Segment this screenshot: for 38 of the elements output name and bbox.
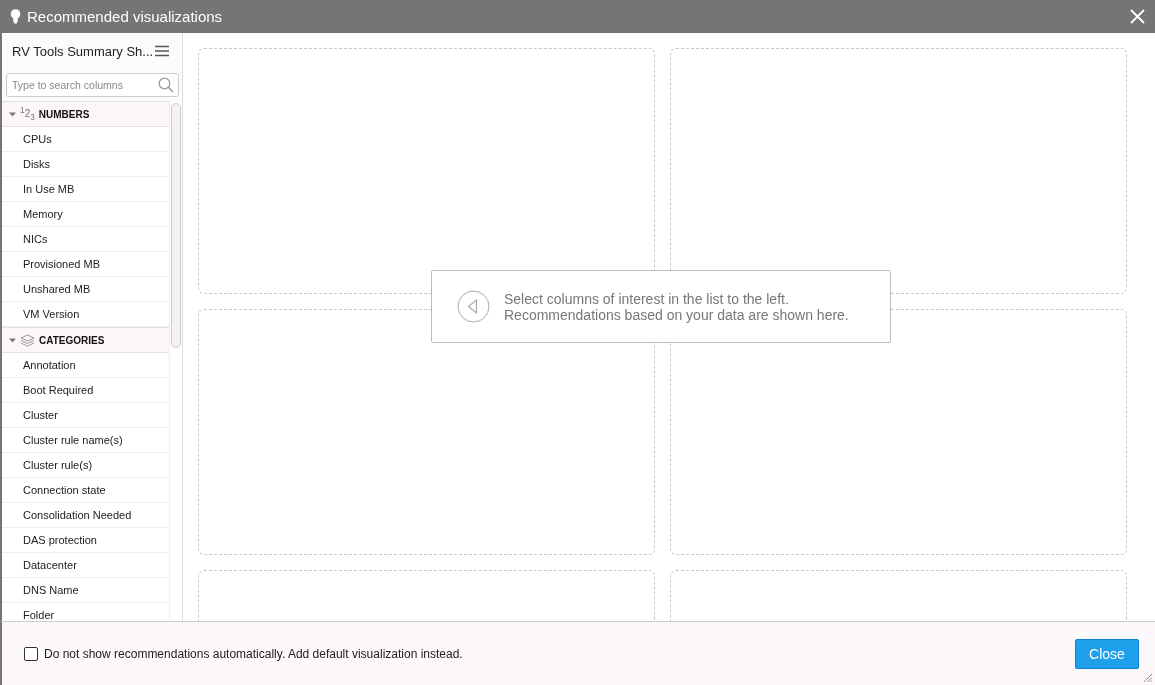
caret-down-icon	[9, 110, 16, 118]
column-item[interactable]: DAS protection	[2, 528, 169, 553]
data-source-name: RV Tools Summary Sh...	[12, 43, 154, 59]
checkbox-label: Do not show recommendations automatically. Add default visualization instead.	[44, 646, 463, 661]
caret-down-icon	[9, 336, 16, 344]
column-item[interactable]: Unshared MB	[2, 277, 169, 302]
column-item[interactable]: CPUs	[2, 127, 169, 152]
column-item[interactable]: Datacenter	[2, 553, 169, 578]
numbers-icon: $^{1}$2$_{3}$	[20, 106, 35, 122]
checkbox[interactable]	[24, 646, 38, 661]
column-item[interactable]: Cluster	[2, 403, 169, 428]
column-item[interactable]: NICs	[2, 227, 169, 252]
column-item[interactable]: Boot Required	[2, 378, 169, 403]
group-header[interactable]: CATEGORIES	[2, 327, 169, 353]
layers-icon	[20, 333, 35, 347]
search-field[interactable]: Type to search columns	[6, 73, 179, 97]
column-item[interactable]: Connection state	[2, 478, 169, 503]
column-item[interactable]: VM Version	[2, 302, 169, 327]
hint-text: Select columns of interest in the list to the left.	[504, 290, 790, 307]
column-item[interactable]: Folder	[2, 603, 169, 621]
hint-text: Recommendations based on your data are shown here.	[504, 306, 849, 323]
column-item[interactable]: Memory	[2, 202, 169, 227]
column-item[interactable]: Cluster rule name(s)	[2, 428, 169, 453]
column-item[interactable]: Disks	[2, 152, 169, 177]
search-icon	[158, 77, 174, 93]
group-header[interactable]: $^{1}$2$_{3}$ NUMBERS	[2, 101, 169, 127]
menu-icon[interactable]	[155, 45, 169, 57]
lightbulb-icon	[10, 9, 21, 24]
column-item[interactable]: Cluster rule(s)	[2, 453, 169, 478]
column-item[interactable]: Annotation	[2, 353, 169, 378]
close-icon[interactable]	[1130, 9, 1145, 24]
column-item[interactable]: Provisioned MB	[2, 252, 169, 277]
resize-grip-icon[interactable]	[1143, 673, 1153, 683]
column-item[interactable]: In Use MB	[2, 177, 169, 202]
column-item[interactable]: DNS Name	[2, 578, 169, 603]
column-item[interactable]: Consolidation Needed	[2, 503, 169, 528]
scrollbar[interactable]	[169, 101, 182, 621]
window-title: Recommended visualizations	[27, 8, 224, 25]
